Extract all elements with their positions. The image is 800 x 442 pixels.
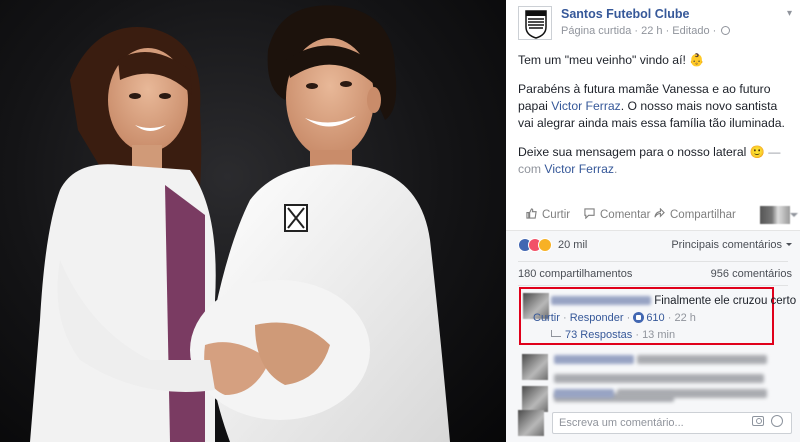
- blurred-name: [554, 389, 614, 399]
- post-meta: Página curtida · 22 h · Editado ·: [561, 25, 731, 37]
- comment-button[interactable]: Comentar: [584, 208, 651, 221]
- haha-reaction-icon: [538, 238, 552, 252]
- comment-meta: Curtir · Responder · 610 · 22 h: [533, 312, 696, 324]
- post-p3-dash: —: [764, 145, 781, 159]
- post-text-line1: Tem um "meu veinho" vindo aí!: [518, 53, 690, 67]
- replies-link[interactable]: 73 Respostas: [565, 329, 632, 341]
- like-label: Curtir: [542, 209, 571, 221]
- share-count[interactable]: 180 compartilhamentos: [518, 268, 632, 280]
- photo-illustration: [30, 5, 450, 442]
- reply-arrow-icon: [551, 330, 561, 337]
- highlighted-comment: Finalmente ele cruzou certo Curtir · Res…: [519, 287, 796, 345]
- emoji-icon[interactable]: [771, 415, 783, 427]
- reactions-bar[interactable]: 20 mil Principais comentários: [518, 238, 798, 254]
- chevron-down-icon[interactable]: ▾: [787, 8, 792, 19]
- post-paragraph-1: Tem um "meu veinho" vindo aí! 👶: [518, 52, 792, 69]
- meta-dot: ·: [667, 312, 672, 324]
- comment-replies[interactable]: 73 Respostas · 13 min: [551, 329, 675, 341]
- divider: [518, 261, 788, 262]
- globe-icon: [721, 26, 731, 35]
- action-bar: Curtir Comentar Compartilhar: [518, 206, 798, 226]
- meta-dot: ·: [635, 329, 639, 341]
- post-as-avatar[interactable]: [760, 206, 798, 224]
- share-label: Compartilhar: [670, 209, 736, 221]
- page-name[interactable]: Santos Futebol Clube: [561, 7, 689, 21]
- post-header: Santos Futebol Clube Página curtida · 22…: [518, 6, 792, 40]
- comment-line: Finalmente ele cruzou certo: [551, 295, 796, 307]
- post-panel: Santos Futebol Clube Página curtida · 22…: [506, 0, 800, 442]
- smile-emoji-icon: 🙂: [749, 145, 765, 159]
- victor-ferraz-tag-link[interactable]: Victor Ferraz: [544, 162, 614, 176]
- thumbs-up-icon: [526, 208, 537, 219]
- post-p3-with: com: [518, 162, 545, 176]
- post-p3-end: .: [613, 162, 618, 176]
- santos-crest-icon: [525, 10, 547, 39]
- comment-like-count[interactable]: 610: [646, 312, 664, 324]
- comment-composer: [518, 410, 792, 436]
- post-p3-text: Deixe sua mensagem para o nosso lateral: [518, 145, 750, 159]
- comment-reply-link[interactable]: Responder: [570, 312, 624, 324]
- post-paragraph-2: Parabéns à futura mamãe Vanessa e ao fut…: [518, 81, 792, 132]
- like-badge-icon: [633, 312, 645, 323]
- blurred-name: [554, 355, 634, 365]
- blurred-text: [554, 374, 764, 384]
- meta-dot: ·: [626, 312, 631, 324]
- meta-dot: ·: [562, 312, 567, 324]
- comment-time[interactable]: 22 h: [674, 312, 695, 324]
- share-button[interactable]: Compartilhar: [654, 208, 736, 221]
- post-meta-text: Página curtida · 22 h · Editado ·: [561, 25, 717, 37]
- post-body: Tem um "meu veinho" vindo aí! 👶 Parabéns…: [518, 52, 792, 190]
- victor-ferraz-link[interactable]: Victor Ferraz: [551, 99, 621, 113]
- comment-label: Comentar: [600, 209, 651, 221]
- baby-emoji-icon: 👶: [689, 53, 705, 67]
- comment-like-link[interactable]: Curtir: [533, 312, 560, 324]
- blurred-comment-avatar[interactable]: [522, 354, 548, 380]
- speech-bubble-icon: [584, 208, 595, 219]
- comment-sort-dropdown[interactable]: Principais comentários: [671, 239, 792, 251]
- like-button[interactable]: Curtir: [526, 208, 570, 221]
- page-avatar[interactable]: [518, 6, 552, 40]
- post-photo[interactable]: [0, 0, 506, 442]
- my-avatar: [518, 410, 544, 436]
- post-paragraph-3: Deixe sua mensagem para o nosso lateral …: [518, 144, 792, 178]
- blurred-commenter-name[interactable]: [551, 296, 651, 306]
- divider: [518, 285, 788, 286]
- blurred-text: [617, 389, 768, 399]
- blurred-text: [637, 355, 768, 365]
- comment-text: Finalmente ele cruzou certo: [654, 295, 797, 307]
- share-arrow-icon: [654, 208, 665, 218]
- reaction-count[interactable]: 20 mil: [558, 239, 587, 251]
- replies-time: 13 min: [642, 329, 676, 341]
- blurred-comment-avatar[interactable]: [522, 386, 548, 412]
- comment-count[interactable]: 956 comentários: [711, 268, 792, 280]
- camera-icon[interactable]: [752, 416, 764, 426]
- blurred-comment: [554, 386, 784, 400]
